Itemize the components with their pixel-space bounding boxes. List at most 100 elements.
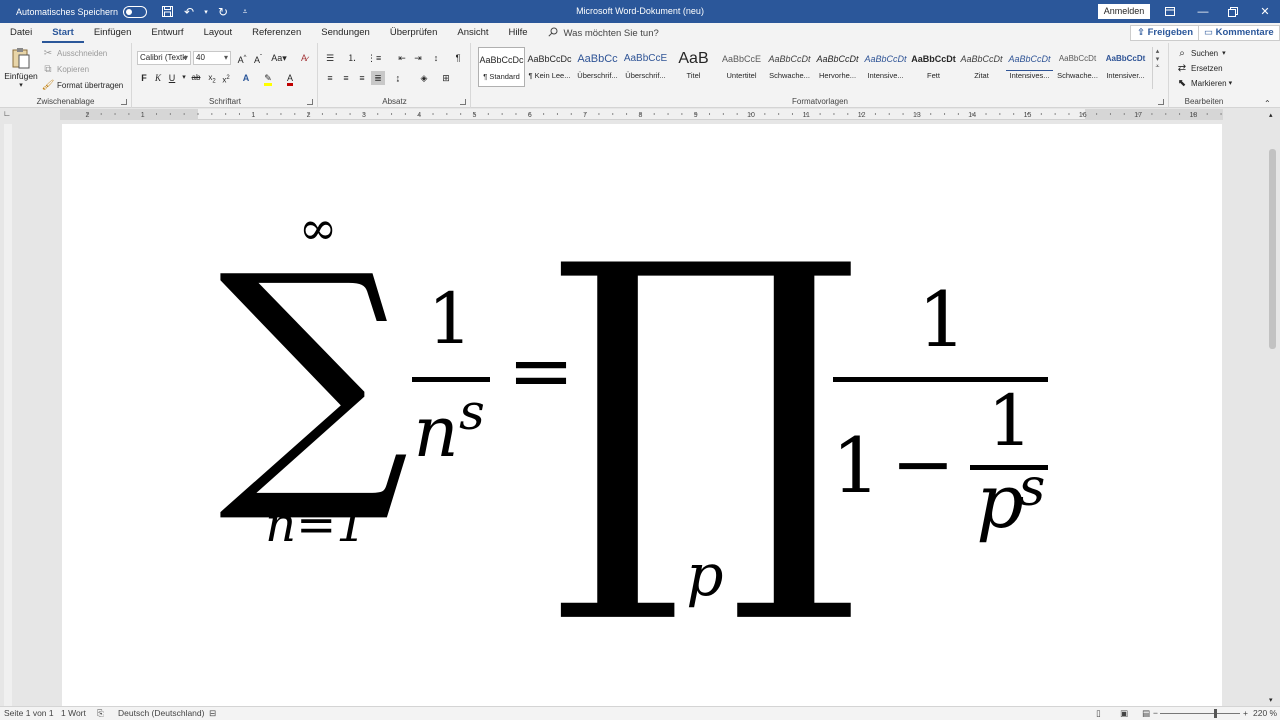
cut-button[interactable]: ✂ Ausschneiden [42,47,107,59]
style-schwacher-verweis[interactable]: AaBbCcDt Schwache... [1054,47,1101,87]
paste-button[interactable]: Einfügen ▾ [4,47,38,93]
style-intensive-hervorhebung[interactable]: AaBbCcDt Intensive... [862,47,909,87]
signin-button[interactable]: Anmelden [1098,4,1150,19]
align-left-icon[interactable]: ≡ [323,71,337,85]
tab-layout[interactable]: Layout [194,23,243,43]
customize-qat-icon[interactable]: ⩡ [237,7,253,17]
style-intensives-zitat[interactable]: AaBbCcDt Intensives... [1006,47,1053,87]
copy-button[interactable]: ⧉ Kopieren [42,63,89,75]
change-case-icon[interactable]: Aa▾ [269,51,289,65]
zoom-level[interactable]: 220 % [1253,708,1277,718]
show-marks-icon[interactable]: ¶ [451,51,465,65]
shrink-font-icon[interactable]: Aˇ [251,51,265,65]
paste-dropdown-icon[interactable]: ▾ [4,81,38,89]
zoom-in-icon[interactable]: + [1243,708,1248,718]
word-count[interactable]: 1 Wort [61,708,86,718]
print-layout-icon[interactable]: ▣ [1120,708,1128,719]
font-launcher-icon[interactable] [307,99,313,105]
document-page[interactable]: ∞ ∑ n=1 1 n s = ∏ p 1 1 − 1 p s [62,124,1222,706]
tell-me-search[interactable]: Was möchten Sie tun? [547,27,659,40]
tab-ansicht[interactable]: Ansicht [447,23,498,43]
increase-indent-icon[interactable]: ⇥ [411,51,425,65]
style-hervorhebung[interactable]: AaBbCcDt Hervorhe... [814,47,861,87]
find-button[interactable]: ⌕ Suchen ▾ [1176,47,1225,59]
tab-entwurf[interactable]: Entwurf [141,23,193,43]
styles-gallery-scroll[interactable]: ▴ ▾ ⩡ [1152,47,1162,89]
tab-sendungen[interactable]: Sendungen [311,23,380,43]
decrease-indent-icon[interactable]: ⇤ [395,51,409,65]
font-size-combo[interactable]: 40 [193,51,231,65]
tab-datei[interactable]: Datei [0,23,42,43]
horizontal-ruler[interactable]: 2 1 1 2 3 4 5 6 7 8 9 10 11 12 13 14 15 16 17 18 [60,109,1223,120]
replace-button[interactable]: ⇄ Ersetzen [1176,62,1223,74]
bullets-icon[interactable]: ☰ [323,51,337,65]
tab-ueberpruefen[interactable]: Überprüfen [380,23,448,43]
read-mode-icon[interactable]: ▯ [1096,708,1101,719]
sort-icon[interactable]: ↕ [429,51,443,65]
language[interactable]: Deutsch (Deutschland) [118,708,204,718]
strikethrough-icon[interactable]: ab [189,71,203,85]
page-count[interactable]: Seite 1 von 1 [4,708,54,718]
zoom-slider-thumb[interactable] [1214,709,1217,718]
style-schwache-hervorhebung[interactable]: AaBbCcDt Schwache... [766,47,813,87]
autosave-toggle[interactable] [123,5,148,18]
comments-button[interactable]: ▭ Kommentare [1198,25,1280,41]
minimize-icon[interactable]: — [1188,0,1218,23]
font-name-combo[interactable]: Calibri (Textk [137,51,191,65]
proofing-icon[interactable]: ⎘ [97,708,104,719]
borders-icon[interactable]: ⊞ [439,71,453,85]
scroll-up-icon[interactable]: ▴ [1269,111,1273,119]
tab-einfuegen[interactable]: Einfügen [84,23,142,43]
select-button[interactable]: ⬉ Markieren ▾ [1176,77,1232,89]
macro-icon[interactable]: ⊟ [209,708,216,719]
line-spacing-icon[interactable]: ↨ [391,71,405,85]
ribbon-display-icon[interactable] [1155,0,1185,23]
style-ueberschrift-2[interactable]: AaBbCcE Überschrif... [622,47,669,87]
scroll-down-icon[interactable]: ▾ [1269,696,1273,704]
highlight-icon[interactable]: ✎ [261,71,275,86]
gallery-down-icon[interactable]: ▾ [1153,55,1162,63]
autosave[interactable]: Automatisches Speichern [16,5,148,18]
style-untertitel[interactable]: AaBbCcE Untertitel [718,47,765,87]
align-right-icon[interactable]: ≡ [355,71,369,85]
save-icon[interactable] [159,6,175,17]
collapse-ribbon-icon[interactable]: ⌃ [1264,99,1271,108]
clipboard-launcher-icon[interactable] [121,99,127,105]
italic-icon[interactable]: K [151,71,165,85]
zoom-out-icon[interactable]: − [1153,708,1158,718]
tab-referenzen[interactable]: Referenzen [242,23,311,43]
font-color-icon[interactable]: A [283,71,297,86]
tab-hilfe[interactable]: Hilfe [499,23,538,43]
style-ueberschrift-1[interactable]: AaBbCc Überschrif... [574,47,621,87]
style-titel[interactable]: AaB Titel [670,47,717,87]
numbering-icon[interactable]: ⒈ [345,51,359,65]
vertical-scrollbar[interactable]: ▴ ▾ [1265,109,1280,706]
style-intensiver-verweis[interactable]: AaBbCcDt Intensiver... [1102,47,1149,87]
tab-start[interactable]: Start [42,23,84,43]
styles-launcher-icon[interactable] [1158,99,1164,105]
bold-icon[interactable]: F [137,71,151,85]
paragraph-launcher-icon[interactable] [460,99,466,105]
tab-selector[interactable]: ∟ [0,109,14,120]
style-zitat[interactable]: AaBbCcDt Zitat [958,47,1005,87]
grow-font-icon[interactable]: A^ [235,51,249,65]
subscript-icon[interactable]: x2 [205,71,219,85]
gallery-up-icon[interactable]: ▴ [1153,47,1162,55]
superscript-icon[interactable]: x2 [219,71,233,85]
format-painter-button[interactable]: 🖌 Format übertragen [42,79,124,91]
style-kein-leerraum[interactable]: AaBbCcDc ¶ Kein Lee... [526,47,573,87]
gallery-more-icon[interactable]: ⩡ [1153,63,1162,71]
zoom-slider[interactable] [1160,713,1240,714]
align-center-icon[interactable]: ≡ [339,71,353,85]
scrollbar-thumb[interactable] [1269,149,1276,349]
text-effects-icon[interactable]: A [239,71,253,85]
style-standard[interactable]: AaBbCcDc ¶ Standard [478,47,525,87]
redo-icon[interactable]: ↻ [215,5,231,19]
vertical-ruler[interactable] [4,124,12,706]
share-button[interactable]: ⇪ Freigeben [1130,25,1201,41]
style-fett[interactable]: AaBbCcDt Fett [910,47,957,87]
justify-icon[interactable]: ≣ [371,71,385,85]
restore-icon[interactable] [1218,0,1248,23]
web-layout-icon[interactable]: ▤ [1142,708,1150,719]
shading-icon[interactable]: ◈ [417,71,431,85]
